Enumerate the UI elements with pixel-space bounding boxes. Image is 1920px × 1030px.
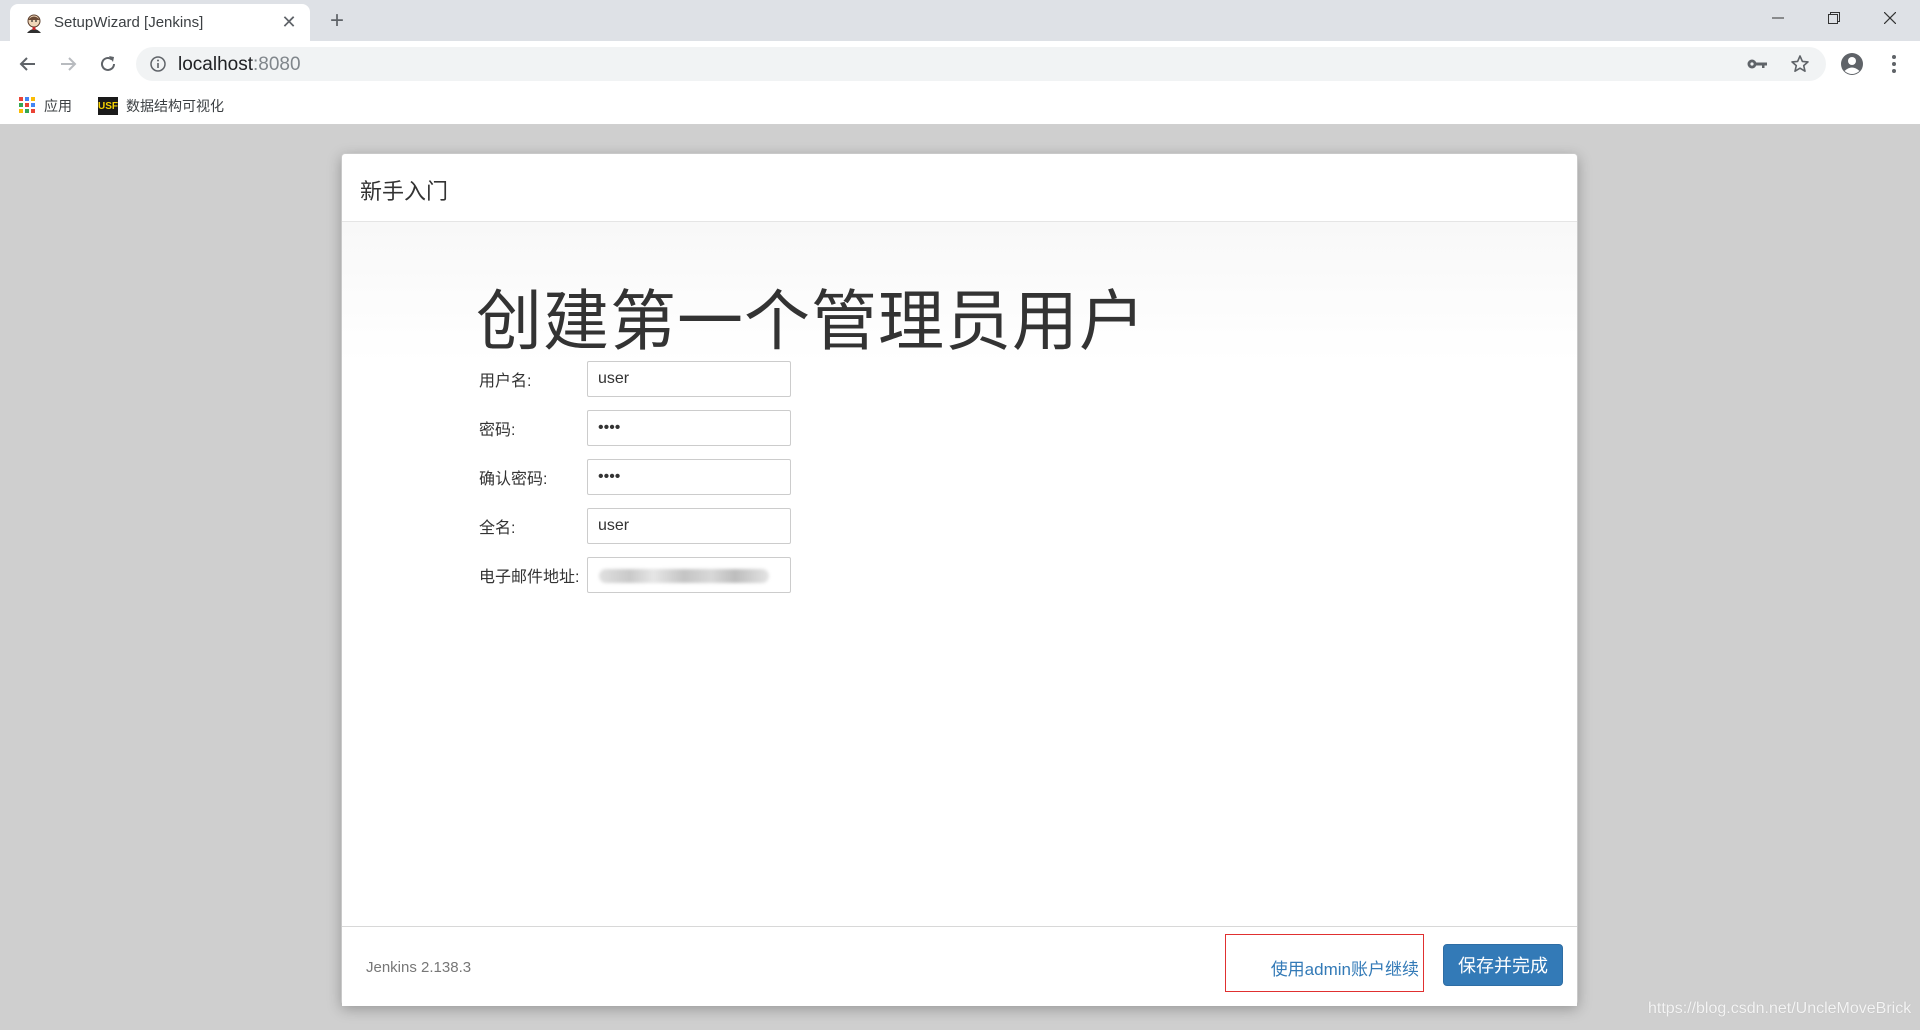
bookmark-star-icon[interactable] <box>1790 54 1810 74</box>
dialog-footer: Jenkins 2.138.3 使用admin账户继续 保存并完成 <box>342 926 1577 1006</box>
browser-toolbar: localhost:8080 <box>0 41 1920 87</box>
confirm-password-label: 确认密码: <box>479 471 548 488</box>
address-port: :8080 <box>253 54 301 75</box>
username-input[interactable] <box>587 361 791 397</box>
bookmark-data-structure-visualization[interactable]: USF 数据结构可视化 <box>98 95 224 117</box>
bookmarks-bar: 应用 USF 数据结构可视化 <box>0 87 1920 125</box>
back-arrow-icon[interactable] <box>14 50 42 78</box>
confirm-password-input[interactable] <box>587 459 791 495</box>
profile-avatar-icon[interactable] <box>1840 52 1864 76</box>
browser-tab[interactable]: SetupWizard [Jenkins] ✕ <box>10 4 310 41</box>
address-bar[interactable]: localhost:8080 <box>136 47 1826 81</box>
key-icon[interactable] <box>1746 56 1768 72</box>
new-tab-button[interactable]: + <box>324 7 350 34</box>
setup-wizard-dialog: 新手入门 创建第一个管理员用户 用户名: 密码: 确认密码: 全名: 电子邮件地… <box>341 153 1578 1006</box>
usf-logo-icon: USF <box>98 97 118 115</box>
dialog-header: 新手入门 <box>342 154 1577 222</box>
jenkins-version: Jenkins 2.138.3 <box>366 959 472 976</box>
continue-as-admin-link[interactable]: 使用admin账户继续 <box>1271 955 1419 980</box>
email-label: 电子邮件地址: <box>479 569 580 586</box>
save-and-finish-button[interactable]: 保存并完成 <box>1443 944 1563 986</box>
jenkins-butler-icon <box>24 13 44 33</box>
bookmark-apps[interactable]: 应用 <box>18 95 72 117</box>
fullname-input[interactable] <box>587 508 791 544</box>
password-label: 密码: <box>479 422 516 439</box>
page-title: 创建第一个管理员用户 <box>476 284 1146 358</box>
apps-grid-icon <box>18 96 36 117</box>
more-menu-icon[interactable] <box>1884 52 1904 76</box>
bookmark-apps-label: 应用 <box>44 98 72 114</box>
admin-link-highlight: 使用admin账户继续 <box>1225 934 1424 992</box>
password-input[interactable] <box>587 410 791 446</box>
tab-close-icon[interactable]: ✕ <box>278 11 300 33</box>
browser-tab-bar: SetupWizard [Jenkins] ✕ + <box>0 0 1920 41</box>
minimize-window-icon[interactable] <box>1750 0 1806 36</box>
restore-window-icon[interactable] <box>1806 0 1862 36</box>
dialog-body: 创建第一个管理员用户 用户名: 密码: 确认密码: 全名: 电子邮件地址: <box>342 222 1577 926</box>
fullname-label: 全名: <box>479 520 516 537</box>
address-url: localhost:8080 <box>178 54 301 76</box>
username-label: 用户名: <box>479 373 532 390</box>
address-host: localhost <box>178 54 253 75</box>
reload-icon[interactable] <box>94 50 122 78</box>
watermark: https://blog.csdn.net/UncleMoveBrick <box>1648 1000 1912 1017</box>
site-info-icon[interactable] <box>150 56 166 72</box>
bookmark-usf-label: 数据结构可视化 <box>126 98 224 114</box>
tab-title: SetupWizard [Jenkins] <box>54 14 204 31</box>
forward-arrow-icon[interactable] <box>54 50 82 78</box>
dialog-title: 新手入门 <box>360 179 449 204</box>
blurred-email-value <box>599 569 769 583</box>
close-window-icon[interactable] <box>1862 0 1918 36</box>
